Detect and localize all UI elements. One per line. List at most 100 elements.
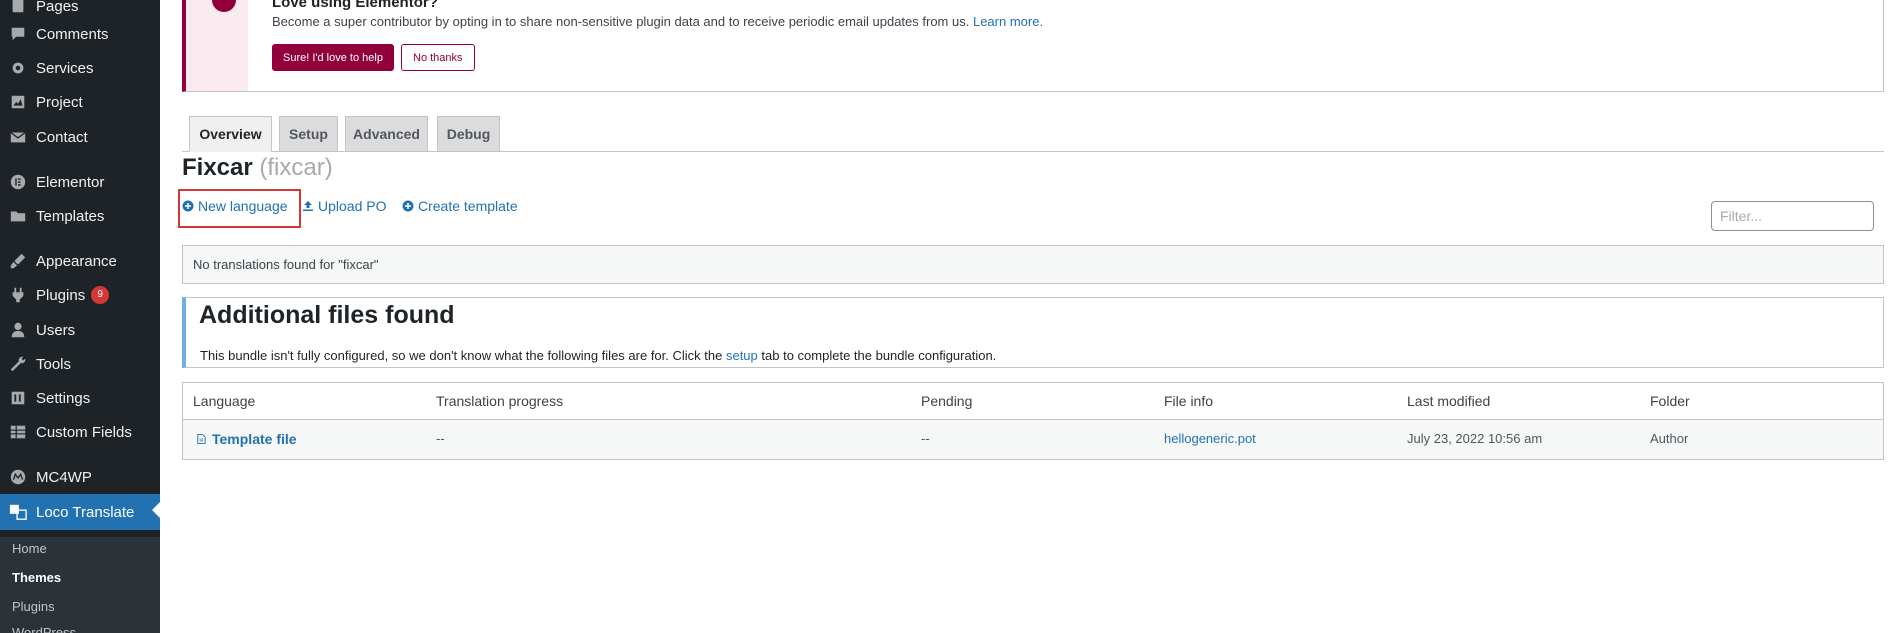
gear-icon (8, 58, 28, 78)
elementor-icon (8, 172, 28, 192)
comments-icon (8, 24, 28, 44)
menu-label: Pages (36, 0, 79, 15)
menu-item-project[interactable]: Project (0, 86, 160, 118)
notice-text: Become a super contributor by opting in … (272, 14, 1043, 29)
mail-icon (8, 127, 28, 147)
menu-label: Custom Fields (36, 423, 132, 441)
user-icon (8, 320, 28, 340)
bundle-name: Fixcar (182, 154, 253, 181)
folder-cell: Author (1650, 431, 1689, 446)
menu-label: Comments (36, 25, 109, 43)
notice-icon-column (186, 0, 248, 91)
submenu-item-plugins[interactable]: Plugins (12, 599, 55, 614)
menu-label: Appearance (36, 252, 117, 270)
project-icon (8, 92, 28, 112)
setup-link[interactable]: setup (726, 348, 758, 363)
menu-item-mc4wp[interactable]: MC4WP (0, 461, 160, 493)
menu-label: Users (36, 321, 76, 339)
file-info-link[interactable]: hellogeneric.pot (1164, 431, 1256, 446)
template-file-label: Template file (212, 431, 297, 447)
col-folder[interactable]: Folder (1650, 393, 1690, 409)
col-language[interactable]: Language (193, 393, 255, 409)
additional-text-after: tab to complete the bundle configuration… (761, 348, 997, 363)
menu-item-elementor[interactable]: Elementor (0, 166, 160, 198)
admin-sidebar: Pages Comments Services Project Contact … (0, 0, 160, 633)
bundle-slug: (fixcar) (259, 154, 333, 181)
table-row: Template file -- -- hellogeneric.pot Jul… (183, 420, 1883, 459)
menu-label: Tools (36, 355, 72, 373)
col-last-modified[interactable]: Last modified (1407, 393, 1490, 409)
settings-icon (8, 388, 28, 408)
notice-body: Become a super contributor by opting in … (272, 14, 970, 29)
no-translations-message: No translations found for "fixcar" (182, 245, 1884, 284)
menu-label: Project (36, 93, 83, 111)
page-title: Fixcar (fixcar) (182, 154, 333, 182)
notice-title: Love using Elementor? (272, 0, 438, 11)
menu-label: Services (36, 59, 94, 77)
menu-item-contact[interactable]: Contact (0, 121, 160, 153)
submenu-item-themes[interactable]: Themes (12, 570, 61, 585)
menu-item-tools[interactable]: Tools (0, 348, 160, 380)
plus-circle-icon (182, 200, 194, 212)
menu-item-settings[interactable]: Settings (0, 382, 160, 414)
elementor-logo-icon (212, 0, 236, 12)
menu-label: Loco Translate (36, 503, 135, 521)
upload-po-label: Upload PO (318, 198, 387, 214)
menu-label: Templates (36, 207, 105, 225)
new-language-link[interactable]: New language (182, 198, 288, 214)
mc4wp-icon (8, 467, 28, 487)
tab-advanced[interactable]: Advanced (345, 116, 428, 152)
create-template-label: Create template (418, 198, 518, 214)
menu-item-users[interactable]: Users (0, 314, 160, 346)
table-icon (8, 422, 28, 442)
upload-po-link[interactable]: Upload PO (302, 198, 386, 214)
menu-label: Plugins (36, 286, 86, 304)
menu-item-services[interactable]: Services (0, 52, 160, 84)
additional-files-text: This bundle isn't fully configured, so w… (200, 348, 996, 363)
update-count-badge: 9 (91, 286, 110, 304)
loco-submenu: Home Themes Plugins WordPress (0, 537, 160, 633)
filter-input[interactable] (1711, 201, 1874, 231)
learn-more-link[interactable]: Learn more. (973, 14, 1043, 29)
menu-label: Contact (36, 128, 88, 146)
additional-text-before: This bundle isn't fully configured, so w… (200, 348, 723, 363)
menu-label: Elementor (36, 173, 105, 191)
col-translation-progress[interactable]: Translation progress (436, 393, 563, 409)
additional-files-panel: Additional files found This bundle isn't… (182, 297, 1884, 368)
additional-files-title: Additional files found (199, 301, 455, 329)
menu-item-comments[interactable]: Comments (0, 18, 160, 50)
menu-item-templates[interactable]: Templates (0, 200, 160, 232)
upload-icon (302, 200, 314, 212)
tab-debug[interactable]: Debug (437, 116, 500, 152)
table-header: Language Translation progress Pending Fi… (183, 383, 1883, 420)
submenu-item-wordpress[interactable]: WordPress (12, 625, 76, 633)
new-language-label: New language (198, 198, 288, 214)
menu-item-custom-fields[interactable]: Custom Fields (0, 416, 160, 448)
wrench-icon (8, 354, 28, 374)
files-table: Language Translation progress Pending Fi… (182, 382, 1884, 460)
pending-cell: -- (921, 431, 930, 446)
optin-decline-button[interactable]: No thanks (401, 44, 475, 71)
last-modified-cell: July 23, 2022 10:56 am (1407, 431, 1543, 446)
menu-label: MC4WP (36, 468, 92, 486)
file-icon (197, 433, 206, 445)
create-template-link[interactable]: Create template (402, 198, 518, 214)
menu-item-appearance[interactable]: Appearance (0, 245, 160, 277)
elementor-optin-notice: Love using Elementor? Become a super con… (182, 0, 1884, 92)
menu-item-loco-translate[interactable]: Loco Translate (0, 494, 160, 530)
progress-cell: -- (436, 431, 445, 446)
col-pending[interactable]: Pending (921, 393, 972, 409)
plugin-icon (8, 285, 28, 305)
tab-setup[interactable]: Setup (279, 116, 338, 152)
tab-overview[interactable]: Overview (189, 116, 272, 152)
menu-item-plugins[interactable]: Plugins 9 (0, 279, 160, 311)
menu-label: Settings (36, 389, 91, 407)
translate-icon (8, 502, 28, 522)
submenu-item-home[interactable]: Home (12, 541, 47, 556)
pages-icon (8, 0, 28, 16)
plus-circle-icon (402, 200, 414, 212)
brush-icon (8, 251, 28, 271)
optin-accept-button[interactable]: Sure! I'd love to help (272, 44, 394, 71)
template-file-link[interactable]: Template file (196, 431, 297, 447)
col-file-info[interactable]: File info (1164, 393, 1213, 409)
